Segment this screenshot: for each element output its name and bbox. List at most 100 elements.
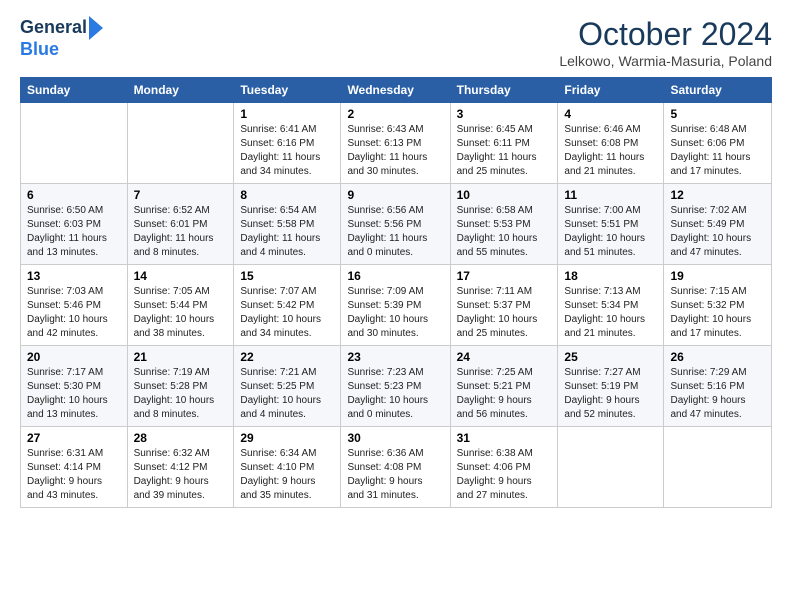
week-row-2: 6 Sunrise: 6:50 AM Sunset: 6:03 PM Daylig… (21, 184, 772, 265)
day-info: Sunrise: 7:13 AM Sunset: 5:34 PM Dayligh… (564, 286, 645, 339)
day-number: 28 (134, 431, 228, 445)
day-number: 29 (240, 431, 334, 445)
day-info: Sunrise: 6:31 AM Sunset: 4:14 PM Dayligh… (27, 448, 103, 501)
col-header-friday: Friday (558, 78, 664, 103)
day-cell: 27 Sunrise: 6:31 AM Sunset: 4:14 PM Dayli… (21, 427, 128, 508)
day-number: 5 (670, 107, 765, 121)
logo-blue: Blue (20, 40, 109, 60)
day-number: 8 (240, 188, 334, 202)
day-number: 9 (347, 188, 443, 202)
day-info: Sunrise: 7:29 AM Sunset: 5:16 PM Dayligh… (670, 367, 746, 420)
logo-general: General (20, 18, 87, 38)
day-number: 24 (457, 350, 552, 364)
day-number: 27 (27, 431, 121, 445)
day-cell: 23 Sunrise: 7:23 AM Sunset: 5:23 PM Dayli… (341, 346, 450, 427)
day-info: Sunrise: 7:19 AM Sunset: 5:28 PM Dayligh… (134, 367, 215, 420)
day-number: 21 (134, 350, 228, 364)
day-cell: 17 Sunrise: 7:11 AM Sunset: 5:37 PM Dayli… (450, 265, 558, 346)
day-number: 30 (347, 431, 443, 445)
day-info: Sunrise: 7:25 AM Sunset: 5:21 PM Dayligh… (457, 367, 533, 420)
col-header-saturday: Saturday (664, 78, 772, 103)
day-cell: 1Sunrise: 6:41 AM Sunset: 6:16 PM Daylig… (234, 103, 341, 184)
day-cell: 5Sunrise: 6:48 AM Sunset: 6:06 PM Daylig… (664, 103, 772, 184)
day-cell: 7 Sunrise: 6:52 AM Sunset: 6:01 PM Daylig… (127, 184, 234, 265)
day-number: 19 (670, 269, 765, 283)
day-cell: 9Sunrise: 6:56 AM Sunset: 5:56 PM Daylig… (341, 184, 450, 265)
day-number: 15 (240, 269, 334, 283)
day-cell: 28 Sunrise: 6:32 AM Sunset: 4:12 PM Dayli… (127, 427, 234, 508)
day-info: Sunrise: 7:23 AM Sunset: 5:23 PM Dayligh… (347, 367, 428, 420)
header: General Blue October 2024 Lelkowo, Warmi… (20, 16, 772, 69)
day-cell (664, 427, 772, 508)
day-number: 20 (27, 350, 121, 364)
day-info: Sunrise: 6:32 AM Sunset: 4:12 PM Dayligh… (134, 448, 210, 501)
day-cell: 22 Sunrise: 7:21 AM Sunset: 5:25 PM Dayli… (234, 346, 341, 427)
day-info: Sunrise: 6:54 AM Sunset: 5:58 PM Dayligh… (240, 205, 320, 258)
day-info: Sunrise: 6:50 AM Sunset: 6:03 PM Dayligh… (27, 205, 107, 258)
day-cell (21, 103, 128, 184)
day-info: Sunrise: 6:58 AM Sunset: 5:53 PM Dayligh… (457, 205, 538, 258)
day-info: Sunrise: 7:21 AM Sunset: 5:25 PM Dayligh… (240, 367, 321, 420)
day-number: 6 (27, 188, 121, 202)
day-info: Sunrise: 6:43 AM Sunset: 6:13 PM Dayligh… (347, 124, 427, 177)
month-title: October 2024 (559, 16, 772, 53)
header-row: SundayMondayTuesdayWednesdayThursdayFrid… (21, 78, 772, 103)
day-number: 7 (134, 188, 228, 202)
day-cell: 21 Sunrise: 7:19 AM Sunset: 5:28 PM Dayli… (127, 346, 234, 427)
day-info: Sunrise: 6:45 AM Sunset: 6:11 PM Dayligh… (457, 124, 537, 177)
day-info: Sunrise: 7:03 AM Sunset: 5:46 PM Dayligh… (27, 286, 108, 339)
day-cell: 4Sunrise: 6:46 AM Sunset: 6:08 PM Daylig… (558, 103, 664, 184)
day-number: 12 (670, 188, 765, 202)
day-number: 3 (457, 107, 552, 121)
day-cell: 8 Sunrise: 6:54 AM Sunset: 5:58 PM Daylig… (234, 184, 341, 265)
title-block: October 2024 Lelkowo, Warmia-Masuria, Po… (559, 16, 772, 69)
col-header-sunday: Sunday (21, 78, 128, 103)
day-number: 31 (457, 431, 552, 445)
day-cell: 26 Sunrise: 7:29 AM Sunset: 5:16 PM Dayli… (664, 346, 772, 427)
day-cell: 25Sunrise: 7:27 AM Sunset: 5:19 PM Dayli… (558, 346, 664, 427)
week-row-4: 20 Sunrise: 7:17 AM Sunset: 5:30 PM Dayli… (21, 346, 772, 427)
day-info: Sunrise: 7:11 AM Sunset: 5:37 PM Dayligh… (457, 286, 538, 339)
week-row-3: 13 Sunrise: 7:03 AM Sunset: 5:46 PM Dayli… (21, 265, 772, 346)
day-number: 26 (670, 350, 765, 364)
day-cell: 30 Sunrise: 6:36 AM Sunset: 4:08 PM Dayli… (341, 427, 450, 508)
day-number: 14 (134, 269, 228, 283)
day-cell (558, 427, 664, 508)
day-cell: 29 Sunrise: 6:34 AM Sunset: 4:10 PM Dayli… (234, 427, 341, 508)
col-header-wednesday: Wednesday (341, 78, 450, 103)
day-number: 17 (457, 269, 552, 283)
day-number: 13 (27, 269, 121, 283)
page: General Blue October 2024 Lelkowo, Warmi… (0, 0, 792, 518)
day-cell: 18 Sunrise: 7:13 AM Sunset: 5:34 PM Dayli… (558, 265, 664, 346)
week-row-1: 1Sunrise: 6:41 AM Sunset: 6:16 PM Daylig… (21, 103, 772, 184)
day-info: Sunrise: 7:15 AM Sunset: 5:32 PM Dayligh… (670, 286, 751, 339)
day-info: Sunrise: 6:34 AM Sunset: 4:10 PM Dayligh… (240, 448, 316, 501)
day-cell: 19 Sunrise: 7:15 AM Sunset: 5:32 PM Dayli… (664, 265, 772, 346)
day-info: Sunrise: 7:09 AM Sunset: 5:39 PM Dayligh… (347, 286, 428, 339)
day-number: 11 (564, 188, 657, 202)
day-info: Sunrise: 6:36 AM Sunset: 4:08 PM Dayligh… (347, 448, 423, 501)
day-info: Sunrise: 7:17 AM Sunset: 5:30 PM Dayligh… (27, 367, 108, 420)
col-header-tuesday: Tuesday (234, 78, 341, 103)
day-info: Sunrise: 7:00 AM Sunset: 5:51 PM Dayligh… (564, 205, 645, 258)
day-cell: 20 Sunrise: 7:17 AM Sunset: 5:30 PM Dayli… (21, 346, 128, 427)
day-info: Sunrise: 7:02 AM Sunset: 5:49 PM Dayligh… (670, 205, 751, 258)
day-info: Sunrise: 6:46 AM Sunset: 6:08 PM Dayligh… (564, 124, 644, 177)
day-number: 16 (347, 269, 443, 283)
logo-icon (89, 16, 109, 40)
day-number: 2 (347, 107, 443, 121)
day-number: 23 (347, 350, 443, 364)
day-number: 18 (564, 269, 657, 283)
logo: General Blue (20, 16, 109, 60)
day-info: Sunrise: 6:38 AM Sunset: 4:06 PM Dayligh… (457, 448, 533, 501)
day-cell (127, 103, 234, 184)
day-number: 25 (564, 350, 657, 364)
day-cell: 13 Sunrise: 7:03 AM Sunset: 5:46 PM Dayli… (21, 265, 128, 346)
day-cell: 6 Sunrise: 6:50 AM Sunset: 6:03 PM Daylig… (21, 184, 128, 265)
day-cell: 15Sunrise: 7:07 AM Sunset: 5:42 PM Dayli… (234, 265, 341, 346)
day-info: Sunrise: 6:41 AM Sunset: 6:16 PM Dayligh… (240, 124, 320, 177)
day-cell: 11 Sunrise: 7:00 AM Sunset: 5:51 PM Dayli… (558, 184, 664, 265)
day-number: 22 (240, 350, 334, 364)
day-info: Sunrise: 6:52 AM Sunset: 6:01 PM Dayligh… (134, 205, 214, 258)
calendar-table: SundayMondayTuesdayWednesdayThursdayFrid… (20, 77, 772, 508)
